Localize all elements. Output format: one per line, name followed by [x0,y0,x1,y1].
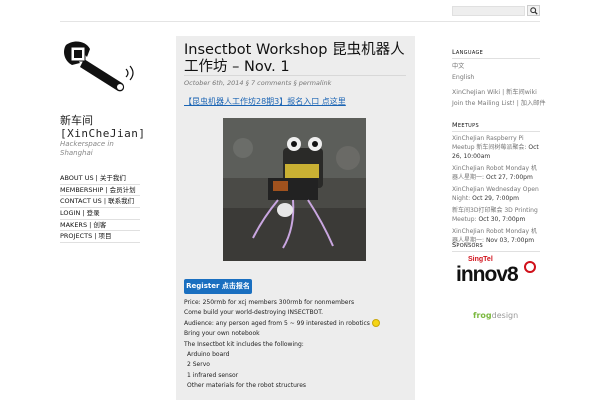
post-title[interactable]: Insectbot Workshop 昆虫机器人工作坊 – Nov. 1 [184,42,412,76]
singtel-logo-icon: SingTel innov8 [456,256,536,286]
insectbot-photo [223,118,366,261]
insectbot-robot-icon [223,118,366,261]
post-divider [184,75,406,76]
mailing-list-link[interactable]: Join the Mailing List! | 加入邮件 [452,98,546,109]
language-item-en[interactable]: English [452,72,474,83]
search-form [452,5,540,16]
post-line-build: Come build your world-destroying INSECTB… [184,309,324,317]
meetups-list: XinCheJian Raspberry Pi Meetup 新车间树莓派聚会:… [452,134,542,248]
wrench-chip-logo-icon [64,41,134,92]
sponsors-heading: Sponsors [452,241,483,249]
language-rule [452,58,540,59]
language-list: 中文 English [452,61,474,83]
nav-item-membership[interactable]: MEMBERSHIP | 会员计划 [60,185,140,197]
post-line-audience: Audience: any person aged from 5 ~ 99 in… [184,319,412,329]
header-rule [60,21,540,22]
wiki-link[interactable]: XinCheJian Wiki | 新车间wiki [452,87,546,98]
svg-text:SingTel: SingTel [468,256,493,263]
post-line-kit: The Insectbot kit includes the following… [184,340,304,348]
main-nav: ABOUT US | 关于我们 MEMBERSHIP | 会员计划 CONTAC… [60,173,140,244]
nav-item-about[interactable]: ABOUT US | 关于我们 [60,173,140,185]
site-title[interactable]: 新车间 [XinCheJian] [60,114,145,140]
meetup-item[interactable]: XinCheJian Wednesday Open Night: Oct 29,… [452,185,542,203]
post-body: Price: 250rmb for xcj members 300rmb for… [184,298,412,392]
site-title-cn[interactable]: 新车间 [60,114,145,127]
post-line-price: Price: 250rmb for xcj members 300rmb for… [184,299,355,306]
post-line-materials: Other materials for the robot structures [187,382,307,390]
nav-item-login[interactable]: LOGIN | 登录 [60,208,140,220]
site-title-en[interactable]: [XinCheJian] [60,127,145,140]
nav-item-projects[interactable]: PROJECTS | 项目 [60,231,140,244]
meetups-rule [452,131,540,132]
search-button[interactable] [527,5,540,16]
post-line-notebook: Bring your own notebook [184,330,260,338]
frog-design-logo[interactable]: frogdesign [473,311,518,320]
nav-item-makers[interactable]: MAKERS | 创客 [60,220,140,232]
post-meta: October 6th, 2014 § 7 comments § permali… [184,79,332,87]
site-tagline: Hackerspace in Shanghai [60,140,114,157]
nav-item-contact[interactable]: CONTACT US | 联系我们 [60,196,140,209]
smiley-icon [371,319,380,328]
meetup-item[interactable]: XinCheJian Raspberry Pi Meetup 新车间树莓派聚会:… [452,134,542,161]
register-button[interactable]: Register 点击报名 [184,279,252,294]
singtel-innov8-logo[interactable]: SingTel innov8 [456,253,540,286]
post-line-sensor: 1 infrared sensor [187,371,239,379]
meetups-heading: Meetups [452,121,479,129]
external-links: XinCheJian Wiki | 新车间wiki Join the Maili… [452,87,546,109]
svg-text:innov8: innov8 [456,263,519,285]
site-logo[interactable] [60,39,140,99]
meetup-item[interactable]: 新车间3D打印聚会 3D Printing Meetup: Oct 30, 7:… [452,206,542,224]
language-item-cn[interactable]: 中文 [452,61,474,72]
meetup-item[interactable]: XinCheJian Robot Monday 机器人星期一: Oct 27, … [452,164,542,182]
search-icon [529,6,538,15]
post-line-servo: 2 Servo [187,361,210,369]
registration-link[interactable]: 【昆虫机器人工作坊28期3】报名入口 点这里 [184,96,346,107]
language-heading: Language [452,48,484,56]
search-input[interactable] [452,5,525,16]
sponsors-rule [452,251,540,252]
post-line-arduino: Arduino board [187,351,230,359]
